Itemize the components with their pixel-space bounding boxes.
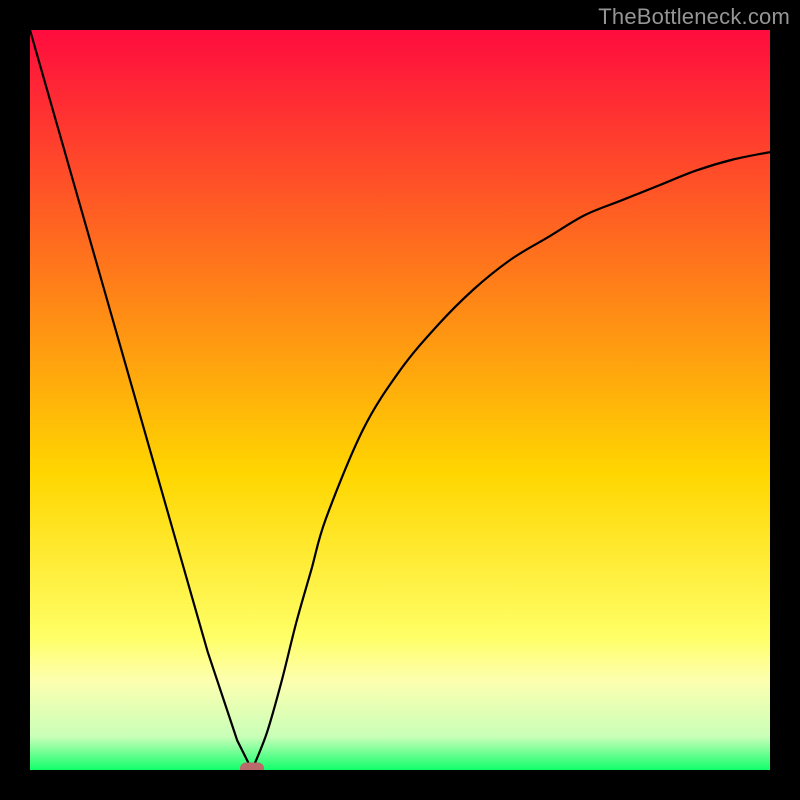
chart-svg bbox=[30, 30, 770, 770]
chart-frame: TheBottleneck.com bbox=[0, 0, 800, 800]
minimum-marker-icon bbox=[240, 763, 264, 771]
gradient-background bbox=[30, 30, 770, 770]
plot-area bbox=[30, 30, 770, 770]
watermark-label: TheBottleneck.com bbox=[598, 4, 790, 30]
